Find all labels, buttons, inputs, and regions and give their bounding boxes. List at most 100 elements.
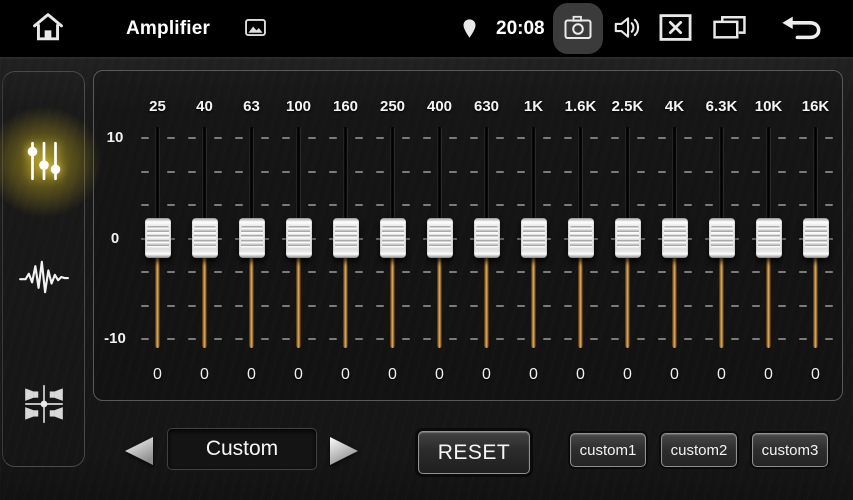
slider-thumb[interactable] xyxy=(192,218,218,258)
slider-tick xyxy=(355,204,363,206)
recent-apps-button[interactable] xyxy=(711,0,747,57)
slider-thumb[interactable] xyxy=(474,218,500,258)
slider-tick xyxy=(778,137,786,139)
band-frequency-label: 250 xyxy=(380,97,405,116)
band-frequency-label: 1.6K xyxy=(565,97,597,116)
slider-tick xyxy=(564,305,572,307)
preset-name-display[interactable]: Custom xyxy=(167,428,317,470)
band-slider[interactable] xyxy=(463,127,510,349)
slider-tick xyxy=(637,204,645,206)
slider-thumb[interactable] xyxy=(615,218,641,258)
gallery-button[interactable] xyxy=(243,0,267,57)
slider-tick xyxy=(355,271,363,273)
slider-thumb[interactable] xyxy=(662,218,688,258)
slider-tick xyxy=(752,137,760,139)
band-slider[interactable] xyxy=(416,127,463,349)
slider-tick xyxy=(167,338,175,340)
volume-button[interactable] xyxy=(611,0,643,57)
screenshot-button[interactable] xyxy=(553,3,603,54)
band-slider[interactable] xyxy=(510,127,557,349)
band-value: 0 xyxy=(811,365,820,384)
reset-button[interactable]: RESET xyxy=(418,431,530,474)
custom3-button[interactable]: custom3 xyxy=(752,433,828,467)
slider-tick xyxy=(778,171,786,173)
sidebar-item-speaker-balance[interactable] xyxy=(3,359,84,451)
band-value: 0 xyxy=(247,365,256,384)
preset-previous-button[interactable] xyxy=(122,435,156,467)
slider-tick xyxy=(543,204,551,206)
band-slider[interactable] xyxy=(557,127,604,349)
slider-thumb[interactable] xyxy=(521,218,547,258)
scale-label-mid: 0 xyxy=(94,230,136,247)
eq-band: 1600 xyxy=(322,97,369,384)
slider-tick xyxy=(496,338,504,340)
sidebar-item-equalizer[interactable] xyxy=(3,116,84,208)
slider-tick xyxy=(355,338,363,340)
slider-tick xyxy=(705,137,713,139)
slider-thumb[interactable] xyxy=(286,218,312,258)
band-slider[interactable] xyxy=(181,127,228,349)
eq-bands: 250400630100016002500400063001K01.6K02.5… xyxy=(134,71,839,384)
slider-tick xyxy=(611,271,619,273)
slider-tick xyxy=(423,171,431,173)
slider-tick xyxy=(799,338,807,340)
slider-thumb[interactable] xyxy=(380,218,406,258)
sidebar-item-sound-effect[interactable] xyxy=(3,232,84,324)
slider-thumb[interactable] xyxy=(427,218,453,258)
close-app-button[interactable] xyxy=(657,0,693,57)
slider-tick xyxy=(543,137,551,139)
band-slider[interactable] xyxy=(604,127,651,349)
slider-thumb[interactable] xyxy=(803,218,829,258)
slider-tick xyxy=(423,305,431,307)
slider-tick xyxy=(402,204,410,206)
eq-band: 2.5K0 xyxy=(604,97,651,384)
slider-thumb[interactable] xyxy=(333,218,359,258)
slider-tick xyxy=(355,171,363,173)
slider-thumb[interactable] xyxy=(239,218,265,258)
slider-tick xyxy=(261,338,269,340)
slider-thumb[interactable] xyxy=(756,218,782,258)
eq-band: 16K0 xyxy=(792,97,839,384)
slider-tick xyxy=(188,137,196,139)
eq-band: 6300 xyxy=(463,97,510,384)
slider-tick xyxy=(731,271,739,273)
slider-tick xyxy=(141,271,149,273)
band-slider[interactable] xyxy=(369,127,416,349)
band-slider[interactable] xyxy=(745,127,792,349)
band-slider[interactable] xyxy=(275,127,322,349)
close-window-icon xyxy=(659,14,692,44)
slider-tick xyxy=(496,305,504,307)
home-button[interactable] xyxy=(28,0,68,57)
slider-tick xyxy=(329,171,337,173)
slider-tick xyxy=(611,171,619,173)
band-slider[interactable] xyxy=(698,127,745,349)
custom2-button[interactable]: custom2 xyxy=(661,433,737,467)
scale-label-min: -10 xyxy=(94,330,136,347)
slider-tick xyxy=(167,271,175,273)
band-slider[interactable] xyxy=(322,127,369,349)
equalizer-panel: 10 0 -10 250400630100016002500400063001K… xyxy=(93,70,843,401)
band-slider[interactable] xyxy=(651,127,698,349)
band-slider[interactable] xyxy=(134,127,181,349)
location-icon xyxy=(460,0,478,57)
slider-tick xyxy=(799,271,807,273)
band-slider[interactable] xyxy=(792,127,839,349)
back-button[interactable] xyxy=(777,0,823,57)
slider-tick xyxy=(705,204,713,206)
slider-tick xyxy=(470,137,478,139)
slider-thumb[interactable] xyxy=(709,218,735,258)
custom1-button[interactable]: custom1 xyxy=(570,433,646,467)
band-frequency-label: 63 xyxy=(243,97,260,116)
slider-tick xyxy=(684,271,692,273)
preset-next-button[interactable] xyxy=(327,435,361,467)
slider-tick xyxy=(658,271,666,273)
band-slider[interactable] xyxy=(228,127,275,349)
slider-thumb[interactable] xyxy=(568,218,594,258)
slider-tick xyxy=(825,137,833,139)
eq-band: 400 xyxy=(181,97,228,384)
slider-thumb[interactable] xyxy=(145,218,171,258)
band-frequency-label: 2.5K xyxy=(612,97,644,116)
slider-tick xyxy=(637,305,645,307)
slider-tick xyxy=(167,171,175,173)
slider-tick xyxy=(402,338,410,340)
